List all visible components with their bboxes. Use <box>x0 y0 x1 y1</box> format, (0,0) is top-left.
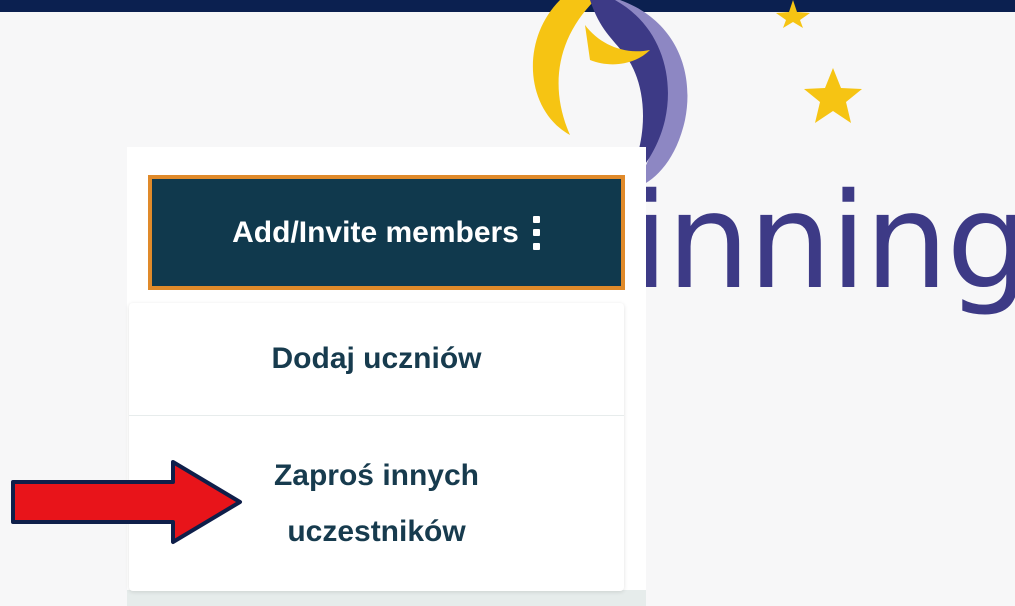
menu-item-add-students[interactable]: Dodaj uczniów <box>129 303 624 416</box>
red-arrow-icon <box>11 460 242 544</box>
add-invite-members-label: Add/Invite members <box>232 215 519 249</box>
add-invite-members-button[interactable]: Add/Invite members <box>148 175 625 290</box>
screen: inning Add/Invite members Dodaj uczniów … <box>0 0 1015 606</box>
panel-footer-strip <box>127 590 646 606</box>
logo-wordmark: inning <box>632 165 1015 319</box>
menu-item-label: Dodaj uczniów <box>271 342 482 375</box>
menu-item-label: Zaproś innych uczestników <box>273 459 480 548</box>
more-vertical-icon <box>533 215 541 250</box>
